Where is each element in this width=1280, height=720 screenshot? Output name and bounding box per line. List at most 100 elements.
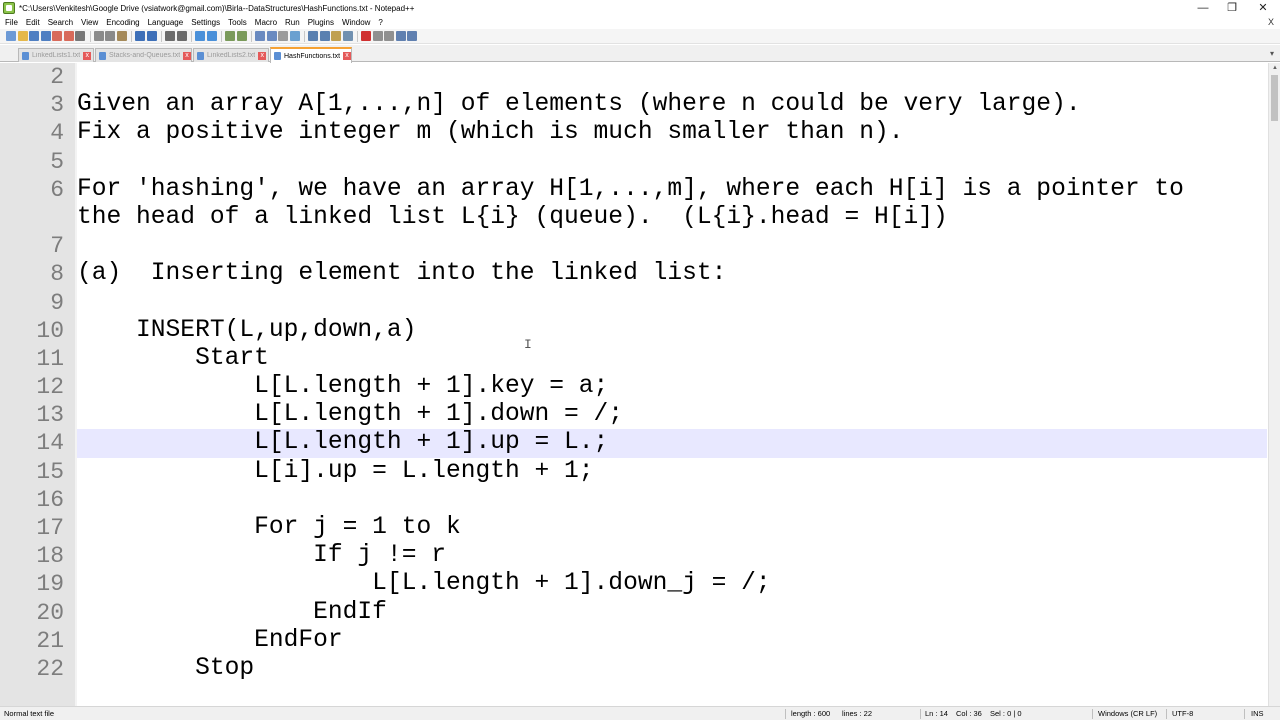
cut-icon[interactable]	[93, 31, 104, 41]
menu-search[interactable]: Search	[43, 18, 76, 27]
word-wrap-icon[interactable]	[255, 31, 265, 41]
menu-view[interactable]: View	[76, 18, 101, 27]
code-line[interactable]	[77, 148, 1267, 176]
editor-line[interactable]: 17 For j = 1 to k	[0, 514, 1268, 542]
editor-line[interactable]: 21 EndFor	[0, 627, 1268, 655]
replace-icon[interactable]	[176, 31, 187, 41]
menu-macro[interactable]: Macro	[250, 18, 280, 27]
find-icon[interactable]	[165, 31, 175, 41]
code-line[interactable]: EndFor	[77, 627, 1267, 655]
doc-map-icon[interactable]	[308, 31, 318, 41]
indent-guide-icon[interactable]	[278, 31, 288, 41]
editor-line[interactable]: 15 L[i].up = L.length + 1;	[0, 458, 1268, 486]
close-window-button[interactable]: ✕	[1246, 0, 1280, 16]
code-line[interactable]: EndIf	[77, 599, 1267, 627]
code-line[interactable]: L[i].up = L.length + 1;	[77, 458, 1267, 486]
code-line[interactable]: Fix a positive integer m (which is much …	[77, 119, 1267, 147]
editor-line[interactable]: 18 If j != r	[0, 542, 1268, 570]
menu-file[interactable]: File	[0, 18, 21, 27]
editor-line[interactable]: 22 Stop	[0, 655, 1268, 683]
code-line[interactable]: Stop	[77, 655, 1267, 683]
editor-line[interactable]: 6 For 'hashing', we have an array H[1,...…	[0, 176, 1268, 204]
close-all-icon[interactable]	[63, 31, 74, 41]
editor-line[interactable]: 5	[0, 148, 1268, 176]
editor-line[interactable]: 7	[0, 232, 1268, 260]
menu-encoding[interactable]: Encoding	[101, 18, 142, 27]
code-line[interactable]: If j != r	[77, 542, 1267, 570]
editor-line[interactable]: 10 INSERT(L,up,down,a)	[0, 317, 1268, 345]
code-line[interactable]: L[L.length + 1].up = L.;	[77, 429, 1267, 458]
redo-icon[interactable]	[146, 31, 157, 41]
editor-line[interactable]: 13 L[L.length + 1].down = /;	[0, 401, 1268, 429]
print-icon[interactable]	[75, 31, 85, 41]
tab-close-icon[interactable]: x	[258, 51, 267, 60]
menu-settings[interactable]: Settings	[186, 18, 223, 27]
run-macro-multiple-icon[interactable]	[395, 31, 406, 41]
function-list-icon[interactable]	[319, 31, 330, 41]
editor-line[interactable]: 4 Fix a positive integer m (which is much…	[0, 119, 1268, 147]
editor-line[interactable]: 8 (a) Inserting element into the linked l…	[0, 260, 1268, 288]
code-line[interactable]	[77, 63, 1267, 91]
undo-icon[interactable]	[135, 31, 145, 41]
tab-close-icon[interactable]: x	[83, 51, 92, 60]
vertical-scrollbar[interactable]: ▲	[1268, 63, 1280, 706]
tab-linkedlists2[interactable]: LinkedLists2.txt x	[193, 48, 269, 62]
save-macro-icon[interactable]	[407, 31, 417, 41]
udl-icon[interactable]	[289, 31, 300, 41]
menu-tools[interactable]: Tools	[223, 18, 250, 27]
editor-line[interactable]: 3 Given an array A[1,...,n] of elements (…	[0, 91, 1268, 119]
editor-line[interactable]: 11 Start	[0, 345, 1268, 373]
editor-line[interactable]: 2	[0, 63, 1268, 91]
code-line[interactable]: INSERT(L,up,down,a)	[77, 317, 1267, 345]
code-line[interactable]: (a) Inserting element into the linked li…	[77, 260, 1267, 288]
code-line[interactable]	[77, 486, 1267, 514]
code-line[interactable]	[77, 232, 1267, 260]
code-line[interactable]: L[L.length + 1].down = /;	[77, 401, 1267, 429]
record-macro-icon[interactable]	[361, 31, 371, 41]
tab-list-dropdown-icon[interactable]: ▾	[1270, 49, 1274, 58]
scroll-up-icon[interactable]: ▲	[1269, 63, 1280, 74]
zoom-out-icon[interactable]	[206, 31, 217, 41]
menu-run[interactable]: Run	[280, 18, 303, 27]
sync-v-icon[interactable]	[225, 31, 235, 41]
code-line[interactable]: For 'hashing', we have an array H[1,...,…	[77, 176, 1267, 204]
code-line[interactable]	[77, 289, 1267, 317]
menu-help[interactable]: ?	[373, 18, 385, 27]
new-file-icon[interactable]	[6, 31, 16, 41]
tab-close-icon[interactable]: x	[343, 52, 351, 60]
code-line[interactable]: L[L.length + 1].down_j = /;	[77, 570, 1267, 598]
maximize-button[interactable]: ❐	[1215, 0, 1249, 16]
tab-linkedlists1[interactable]: LinkedLists1.txt x	[18, 48, 94, 62]
code-line[interactable]: L[L.length + 1].key = a;	[77, 373, 1267, 401]
editor-line[interactable]: 12 L[L.length + 1].key = a;	[0, 373, 1268, 401]
editor-line[interactable]: 9	[0, 289, 1268, 317]
tab-stacks-and-queues[interactable]: Stacks-and-Queues.txt x	[95, 48, 192, 62]
close-icon[interactable]	[52, 31, 62, 41]
stop-macro-icon[interactable]	[372, 31, 383, 41]
monitor-icon[interactable]	[342, 31, 353, 41]
play-macro-icon[interactable]	[384, 31, 394, 41]
scrollbar-thumb[interactable]	[1271, 75, 1278, 121]
copy-icon[interactable]	[105, 31, 115, 41]
paste-icon[interactable]	[116, 31, 127, 41]
editor-line[interactable]: 14 L[L.length + 1].up = L.;	[0, 429, 1268, 458]
sync-h-icon[interactable]	[236, 31, 247, 41]
tab-hashfunctions[interactable]: HashFunctions.txt x	[270, 47, 352, 63]
menu-plugins[interactable]: Plugins	[303, 18, 337, 27]
save-icon[interactable]	[29, 31, 39, 41]
editor-line[interactable]: 19 L[L.length + 1].down_j = /;	[0, 570, 1268, 598]
code-line[interactable]: For j = 1 to k	[77, 514, 1267, 542]
code-line[interactable]: Start	[77, 345, 1267, 373]
close-document-button[interactable]: X	[1268, 16, 1274, 29]
zoom-in-icon[interactable]	[195, 31, 205, 41]
show-all-chars-icon[interactable]	[266, 31, 277, 41]
save-all-icon[interactable]	[40, 31, 51, 41]
code-line[interactable]: Given an array A[1,...,n] of elements (w…	[77, 91, 1267, 119]
editor-line[interactable]: 16	[0, 486, 1268, 514]
code-line[interactable]: the head of a linked list L{i} (queue). …	[77, 204, 1267, 232]
editor[interactable]: 2 3 Given an array A[1,...,n] of elements …	[0, 63, 1280, 706]
editor-line[interactable]: 20 EndIf	[0, 599, 1268, 627]
menu-language[interactable]: Language	[143, 18, 187, 27]
open-file-icon[interactable]	[17, 31, 28, 41]
menu-window[interactable]: Window	[337, 18, 373, 27]
